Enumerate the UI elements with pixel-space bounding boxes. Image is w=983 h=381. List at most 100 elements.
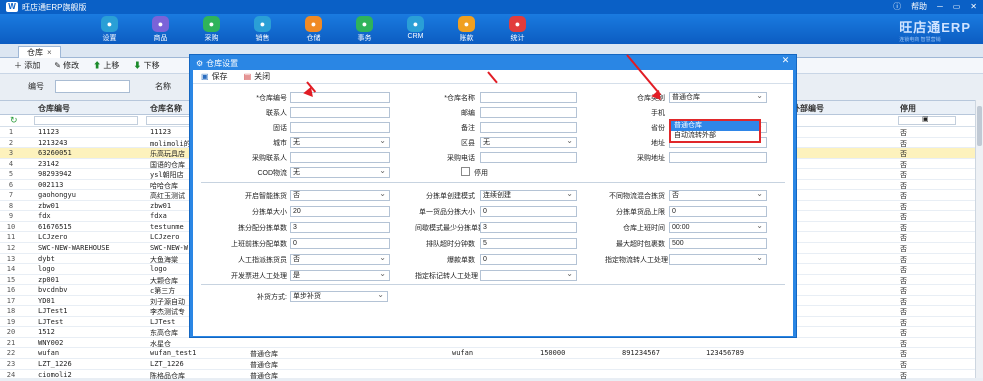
minimize-icon[interactable]: ─	[937, 2, 943, 11]
dialog-close-icon[interactable]: ✕	[781, 56, 790, 65]
cell-code: LZT_1226	[38, 360, 72, 369]
app-title: 旺店通ERP旗舰版	[22, 2, 87, 12]
cell-code: logo	[38, 265, 55, 274]
dialog-gear-icon: ⚙	[196, 58, 204, 68]
batch-label: 拣分配分拣单数	[238, 225, 287, 232]
assign-logistics-select[interactable]	[669, 254, 767, 265]
cell-name: fdxa	[150, 212, 167, 221]
move-down-button[interactable]: ⬇ 下移	[133, 60, 159, 71]
refresh-icon[interactable]: ↻	[10, 115, 18, 126]
maximize-icon[interactable]: ▭	[953, 2, 961, 11]
main-toolbar: ● 设置 ● 商品 ● 采购 ● 销售 ● 仓储 ● 事务 ● CRM ● 账款 ● 统计 旺店通ERP 连锁电商…	[0, 14, 983, 44]
type-option-auto[interactable]: 自动流转外部	[671, 131, 759, 141]
col-code[interactable]: 仓库编号	[38, 103, 70, 114]
cell-n: 23	[6, 360, 16, 369]
work-time-select[interactable]: 00:00	[669, 222, 767, 233]
cell-dis: 否	[900, 129, 907, 137]
single-size-input[interactable]: 0	[480, 206, 577, 217]
tab-warehouse[interactable]: 仓库 ×	[18, 46, 61, 58]
cell-code: gaohongyu	[38, 191, 76, 200]
code-filter-label: 编号	[28, 82, 44, 91]
buy-phone-input[interactable]	[480, 152, 577, 163]
close-window-icon[interactable]: ✕	[970, 2, 977, 11]
batch-input[interactable]: 3	[290, 222, 390, 233]
before-work-input[interactable]: 0	[290, 238, 390, 249]
close-button[interactable]: ▤ 关闭	[244, 71, 271, 82]
district-select[interactable]: 无	[480, 137, 577, 148]
help-link[interactable]: 帮助	[911, 1, 927, 12]
cell-name: 大鱼海棠	[150, 255, 178, 264]
buy-addr-input[interactable]	[669, 152, 767, 163]
queue-input[interactable]: 5	[480, 238, 577, 249]
toolbar-5-button[interactable]: ● 事务	[339, 14, 390, 44]
toolbar-4-button[interactable]: ● 仓储	[288, 14, 339, 44]
pick-mode-select[interactable]: 连续创建	[480, 190, 577, 201]
wave-input[interactable]: 3	[480, 222, 577, 233]
name-input[interactable]	[480, 92, 577, 103]
add-button[interactable]: ＋ 添加	[14, 60, 40, 71]
replenish-select[interactable]: 单步补货	[290, 291, 388, 302]
save-button[interactable]: ▣ 保存	[201, 71, 228, 82]
contact-input[interactable]	[290, 107, 390, 118]
type-option-normal[interactable]: 普通仓库	[671, 121, 759, 131]
cell-code: zp001	[38, 275, 60, 284]
help-icon[interactable]: ⓘ	[893, 1, 901, 12]
filter-dropdown-icon[interactable]: ▣	[922, 115, 929, 123]
cell-code: WNY002	[38, 338, 64, 347]
toolbar-6-button[interactable]: ● CRM	[390, 14, 441, 44]
table-row[interactable]: 22 wufan wufan_test1 普通仓库 wufan 150000 8912345…	[0, 348, 975, 360]
smart-pick-select[interactable]: 否	[290, 190, 390, 201]
remark-input[interactable]	[480, 122, 577, 133]
pick-size-input[interactable]: 20	[290, 206, 390, 217]
code-filter-input[interactable]	[55, 80, 130, 93]
grid-filter-code[interactable]	[34, 116, 138, 125]
toolbar-3-icon: ●	[254, 16, 271, 32]
type-select[interactable]: 普通仓库	[669, 92, 767, 103]
manual-assign-label: 人工指派拣货员	[238, 257, 287, 264]
buy-phone-label: 采购电话	[447, 155, 475, 162]
max-timeout-input[interactable]: 500	[669, 238, 767, 249]
pick-limit-input[interactable]: 0	[669, 206, 767, 217]
cell-dis: 否	[900, 255, 907, 264]
tab-close-icon[interactable]: ×	[47, 48, 52, 57]
col-name[interactable]: 仓库名称	[150, 103, 182, 114]
buyer-input[interactable]	[290, 152, 390, 163]
cell-n: 21	[6, 338, 16, 347]
phone-input[interactable]	[290, 122, 390, 133]
burst-input[interactable]: 0	[480, 254, 577, 265]
save-icon: ▣	[201, 72, 209, 81]
move-up-button[interactable]: ⬆ 上移	[93, 60, 119, 71]
mixed-logistics-select[interactable]: 否	[669, 190, 767, 201]
email-input[interactable]	[480, 107, 577, 118]
disabled-checkbox[interactable]	[461, 167, 470, 176]
toolbar-2-icon: ●	[203, 16, 220, 32]
cell-name: c第三方	[150, 287, 176, 296]
city-select[interactable]: 无	[290, 137, 390, 148]
toolbar-0-icon: ●	[101, 16, 118, 32]
toolbar-3-label: 销售	[255, 35, 270, 42]
toolbar-2-button[interactable]: ● 采购	[186, 14, 237, 44]
cell-dis: 否	[900, 171, 907, 180]
table-row[interactable]: 21 WNY002 水星仓 否	[0, 338, 975, 349]
cell-dis: 否	[900, 266, 907, 275]
table-row[interactable]: 23 LZT_1226 LZT_1226 普通仓库 否	[0, 359, 975, 370]
toolbar-1-button[interactable]: ● 商品	[135, 14, 186, 44]
manual-assign-select[interactable]: 否	[290, 254, 390, 265]
cell-name: 高红玉测试	[150, 192, 185, 201]
cell-code: SWC-NEW-WAREHOUSE	[38, 244, 110, 253]
toolbar-0-button[interactable]: ● 设置	[84, 14, 135, 44]
grid-scrollbar[interactable]	[975, 100, 983, 378]
cod-select[interactable]: 无	[290, 167, 390, 178]
toolbar-7-button[interactable]: ● 账款	[441, 14, 492, 44]
invoice-select[interactable]: 是	[290, 270, 390, 281]
cell-n: 20	[6, 328, 16, 337]
wave-label: 间歇模式最少分拣单数	[415, 225, 485, 232]
mark-select[interactable]	[480, 270, 577, 281]
table-row[interactable]: 24 ciomoli2 陈格品仓库 普通仓库 否	[0, 370, 975, 381]
cell-code: fdx	[38, 212, 51, 221]
toolbar-8-button[interactable]: ● 统计	[492, 14, 543, 44]
toolbar-3-button[interactable]: ● 销售	[237, 14, 288, 44]
col-disabled[interactable]: 停用	[900, 103, 916, 114]
edit-button[interactable]: ✎ 修改	[54, 60, 79, 71]
cell-code: YD01	[38, 296, 55, 305]
